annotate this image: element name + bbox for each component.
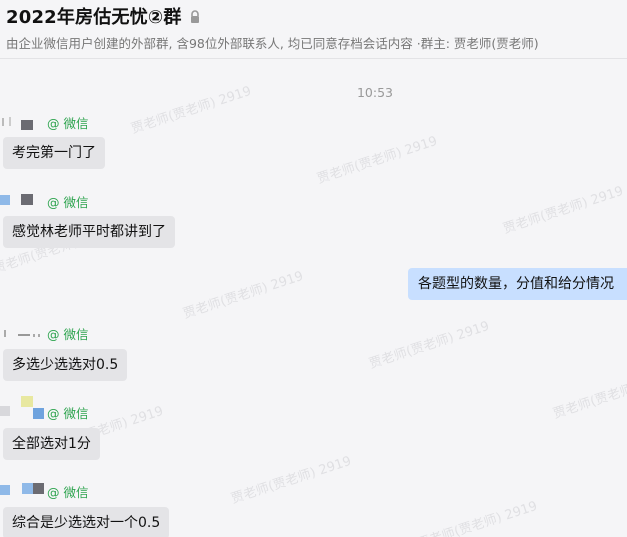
avatar[interactable] [0, 114, 44, 130]
avatar[interactable] [0, 325, 44, 341]
sender-name: @ 微信 [47, 326, 89, 342]
message-sender: @ 微信 [0, 193, 89, 210]
message-sender: @ 微信 [0, 396, 89, 421]
watermark: 贾老师(贾老师) 2919 [551, 369, 627, 422]
watermark: 贾老师(贾老师) 2919 [229, 453, 354, 507]
sender-name: @ 微信 [47, 194, 89, 210]
group-title: 2022年房估无忧②群 [6, 7, 182, 28]
message-bubble[interactable]: 综合是少选选对一个0.5 [3, 507, 170, 537]
watermark: 贾老师(贾老师) 2919 [501, 183, 626, 237]
sender-name: @ 微信 [47, 115, 89, 131]
sender-name: @ 微信 [47, 484, 89, 500]
message-bubble[interactable]: 全部选对1分 [3, 428, 100, 460]
message-timestamp: 10:53 [356, 85, 394, 100]
avatar[interactable] [0, 396, 44, 420]
title-row: 2022年房估无忧②群 [6, 3, 201, 29]
message-sender: @ 微信 [0, 325, 89, 342]
group-subtitle: 由企业微信用户创建的外部群, 含98位外部联系人, 均已同意存档会话内容 ·群主… [6, 36, 539, 51]
watermark: 贾老师(贾老师) 2919 [315, 133, 440, 187]
avatar[interactable] [0, 483, 44, 499]
lock-icon [189, 9, 201, 23]
watermark: 贾老师(贾老师) 2919 [181, 268, 306, 322]
message-bubble[interactable]: 感觉林老师平时都讲到了 [3, 216, 175, 248]
message-bubble[interactable]: 多选少选选对0.5 [3, 349, 128, 381]
chat-header: 2022年房估无忧②群 由企业微信用户创建的外部群, 含98位外部联系人, 均已… [0, 0, 627, 59]
sender-name: @ 微信 [47, 405, 89, 421]
watermark: 贾老师(贾老师) 2919 [367, 318, 492, 372]
message-sender: @ 微信 [0, 483, 89, 500]
watermark: 贾老师(贾老师) 2919 [415, 498, 540, 537]
avatar[interactable] [0, 193, 44, 209]
chat-area[interactable]: 贾老师(贾老师) 2919 贾老师(贾老师) 2919 贾老师(贾老师) 291… [0, 59, 627, 537]
message-bubble-self[interactable]: 各题型的数量，分值和给分情况 [408, 268, 627, 300]
message-sender: @ 微信 [0, 114, 89, 131]
message-bubble[interactable]: 考完第一门了 [3, 137, 105, 169]
